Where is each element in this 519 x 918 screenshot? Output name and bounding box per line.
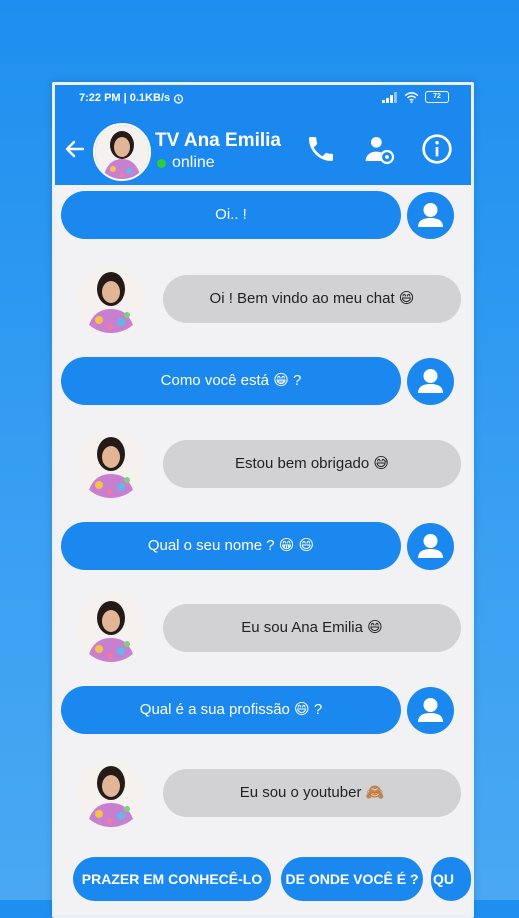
user-avatar-icon [407, 523, 454, 570]
outgoing-message: Como você está 😁 ? [61, 357, 401, 405]
status-bar: 7:22 PM | 0.1KB/s 72 [55, 85, 471, 109]
app-bar: 7:22 PM | 0.1KB/s 72 TV Ana Emilia onlin… [55, 85, 471, 185]
incoming-message: Eu sou o youtuber 🙈 [163, 769, 461, 817]
quick-replies: PRAZER EM CONHECÊ-LO DE ONDE VOCÊ É ? QU [55, 845, 471, 915]
signal-icon [382, 91, 397, 103]
phone-screen: 7:22 PM | 0.1KB/s 72 TV Ana Emilia onlin… [52, 82, 474, 918]
outgoing-message: Qual é a sua profissão 😄 ? [61, 686, 401, 734]
incoming-message: Oi ! Bem vindo ao meu chat 😄 [163, 275, 461, 323]
chat-header: TV Ana Emilia online [55, 113, 471, 183]
contact-avatar [77, 759, 145, 827]
back-arrow-icon[interactable] [63, 137, 87, 161]
contact-avatar [77, 594, 145, 662]
incoming-message: Estou bem obrigado 😅 [163, 440, 461, 488]
user-avatar-icon [407, 358, 454, 405]
quick-reply-chip[interactable]: QU [431, 857, 471, 901]
contact-status: online [172, 154, 215, 171]
online-indicator [157, 159, 166, 168]
user-avatar-icon [407, 192, 454, 239]
battery-icon: 72 [425, 91, 449, 103]
contact-settings-icon[interactable] [363, 133, 395, 165]
chat-area[interactable]: Oi.. ! Oi ! Bem vindo ao meu chat 😄 Como… [55, 185, 471, 915]
contact-avatar[interactable] [93, 123, 151, 181]
phone-call-icon[interactable] [305, 133, 337, 165]
outgoing-message: Qual o seu nome ? 😁 😄 [61, 522, 401, 570]
contact-avatar [77, 430, 145, 498]
quick-reply-chip[interactable]: DE ONDE VOCÊ É ? [281, 857, 423, 901]
incoming-message: Eu sou Ana Emilia 😄 [163, 604, 461, 652]
user-avatar-icon [407, 687, 454, 734]
wifi-icon [404, 91, 419, 103]
status-time: 7:22 PM | 0.1KB/s [79, 92, 171, 104]
outgoing-message: Oi.. ! [61, 191, 401, 239]
contact-name: TV Ana Emilia [155, 130, 281, 151]
info-icon[interactable] [421, 133, 453, 165]
quick-reply-chip[interactable]: PRAZER EM CONHECÊ-LO [73, 857, 271, 901]
alarm-icon [174, 93, 184, 104]
contact-avatar [77, 265, 145, 333]
